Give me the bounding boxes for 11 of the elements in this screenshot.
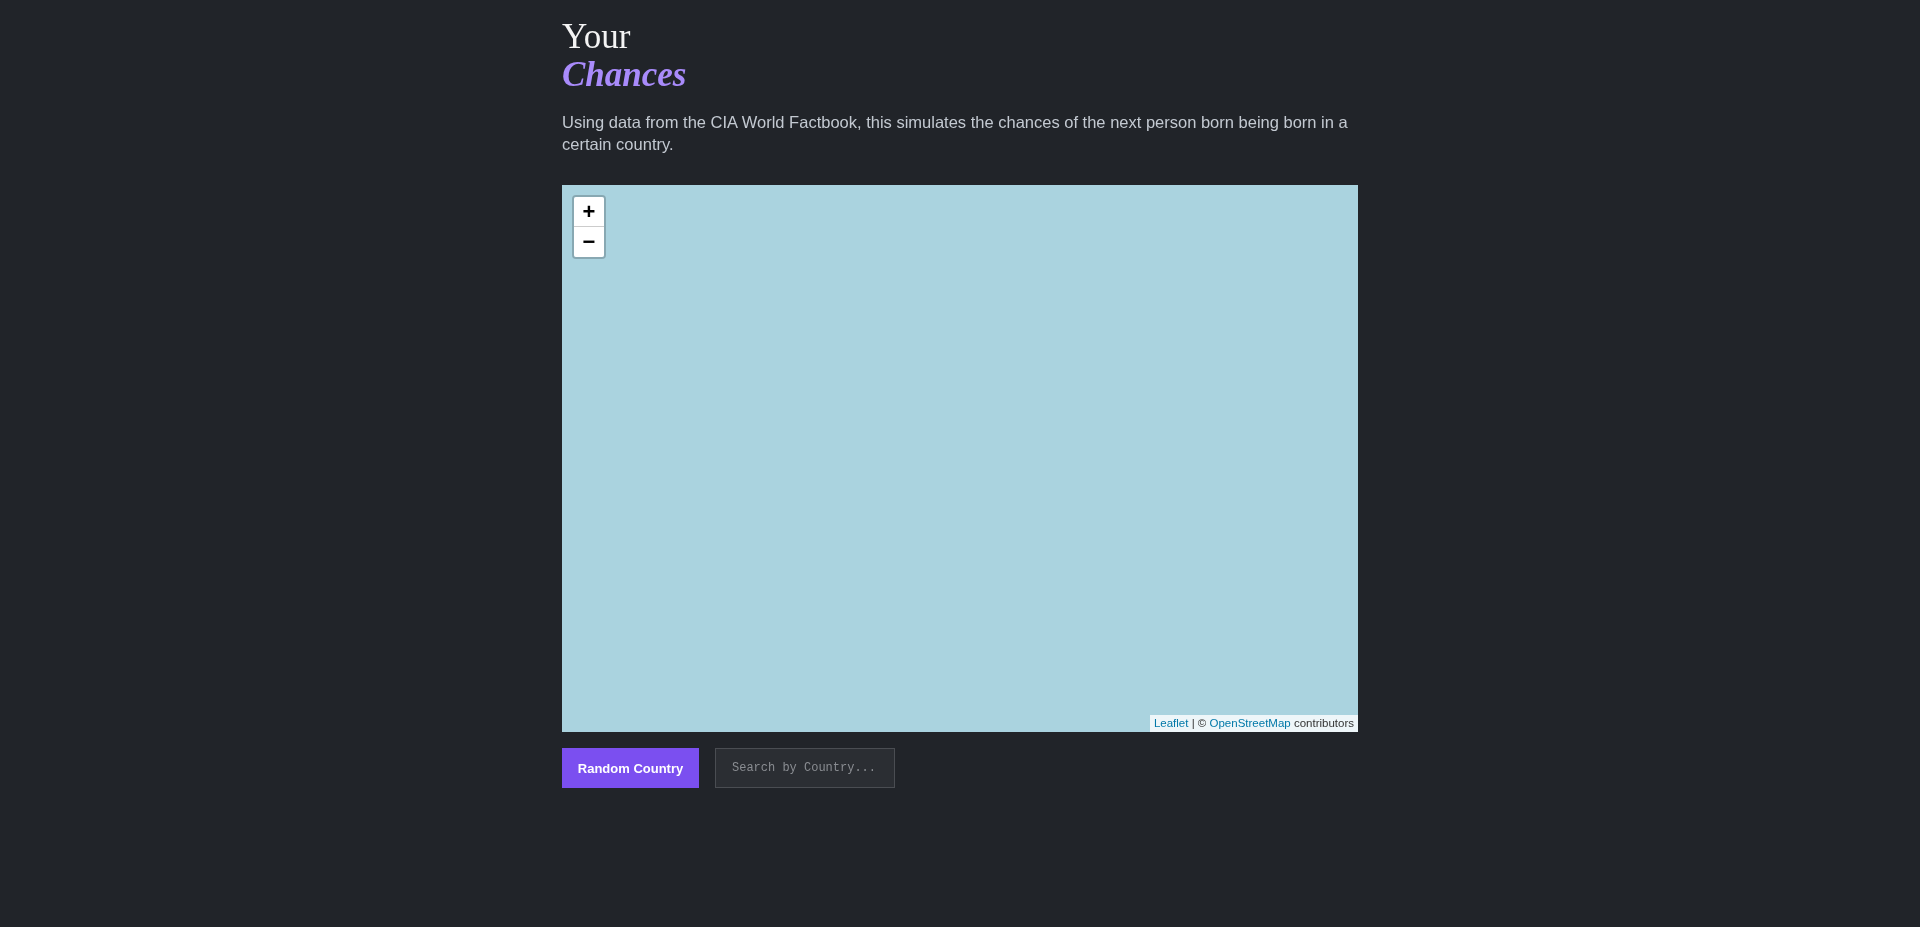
- attribution-link[interactable]: Leaflet: [1153, 717, 1189, 729]
- map-attribution: Leaflet | © OpenStreetMap contributors: [1149, 715, 1358, 732]
- search-field[interactable]: Search by Country...: [715, 748, 895, 788]
- page-title: Your: [562, 18, 631, 56]
- zoom-in-button[interactable]: +: [574, 197, 604, 227]
- description-text: Using data from the CIA World Factbook, this simulates the chances of the next person born being born in a certain country.: [562, 112, 1349, 155]
- random-country-button[interactable]: Random Country: [562, 748, 699, 788]
- attribution-link[interactable]: OpenStreetMap: [1209, 717, 1291, 729]
- map-panel[interactable]: + − Leaflet | © OpenStreetMap contributors: [562, 185, 1358, 732]
- page-title-highlight: Chances: [562, 56, 687, 94]
- zoom-out-button[interactable]: −: [574, 227, 604, 257]
